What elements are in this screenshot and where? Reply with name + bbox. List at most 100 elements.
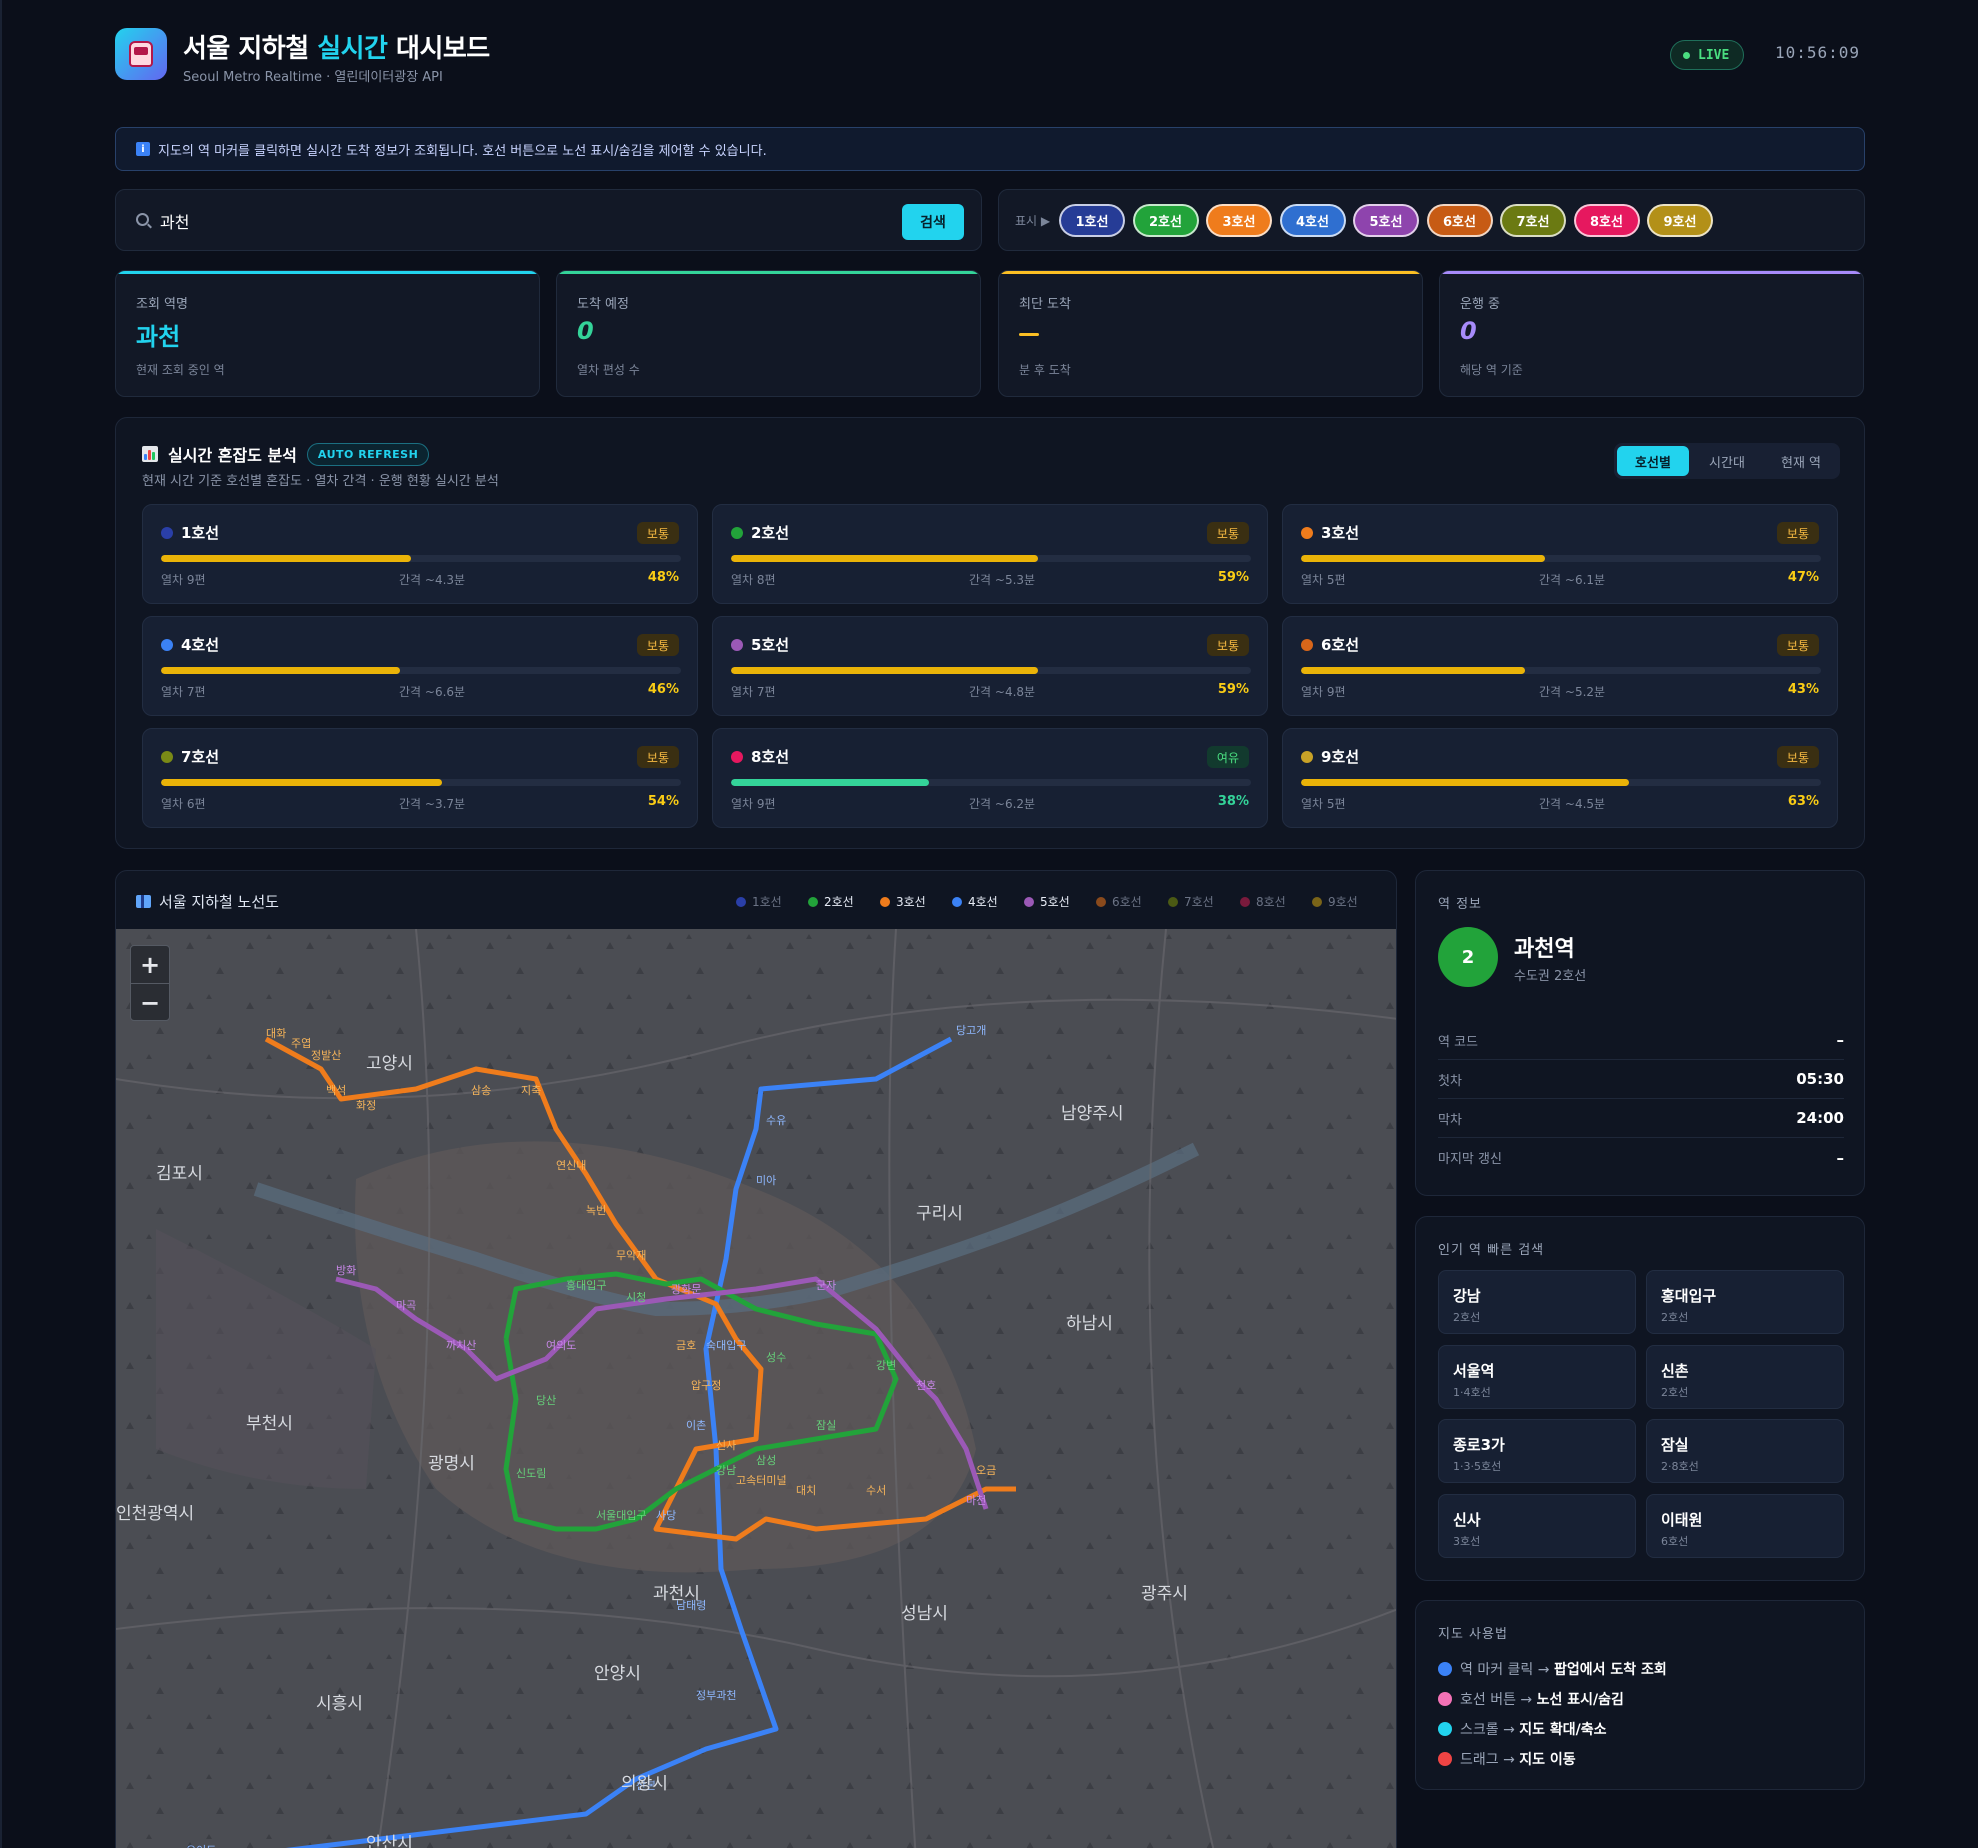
map-header: 서울 지하철 노선도 1호선 2호선 3호선 4호선 5호선 6호선 7호선 8호선 9호선 [116,871,1396,929]
map-icon [136,895,151,908]
guide-header: 지도 사용법 [1438,1627,1508,1642]
svg-text:강변: 강변 [876,1359,896,1372]
svg-text:하남시: 하남시 [1066,1314,1113,1334]
legend-dot-icon [1096,896,1106,907]
line-name: 5호선 [751,636,790,654]
line-toggle-3[interactable]: 3호선 [1206,204,1272,237]
quick-station-button[interactable]: 신사 3호선 [1438,1493,1636,1558]
search-input[interactable] [160,204,760,238]
svg-text:홍대입구: 홍대입구 [566,1278,606,1292]
quick-station-button[interactable]: 홍대입구 2호선 [1646,1270,1844,1334]
svg-text:대치: 대치 [796,1484,816,1497]
svg-text:까치산: 까치산 [446,1339,476,1352]
line-toggle-6[interactable]: 6호선 [1426,204,1493,237]
line-toggle-7[interactable]: 7호선 [1500,204,1566,237]
svg-text:안산시: 안산시 [366,1834,413,1848]
svg-text:화정: 화정 [356,1099,376,1112]
line-toggle-4[interactable]: 4호선 [1279,204,1346,237]
pin-icon [1438,1752,1452,1766]
zoom-in-button[interactable]: + [131,946,169,984]
line-toggle-2[interactable]: 2호선 [1132,204,1199,237]
svg-text:주엽: 주엽 [291,1037,311,1050]
line-dot-icon [161,639,173,651]
popular-header: 인기 역 빠른 검색 [1438,1243,1545,1258]
quick-station-button[interactable]: 서울역 1·4호선 [1438,1344,1636,1409]
congestion-card-line-5: 5호선 보통 열차 7편 간격 ~4.8분 59% [712,616,1268,716]
info-notice: i 지도의 역 마커를 클릭하면 실시간 도착 정보가 조회됩니다. 호선 버튼… [115,127,1865,171]
line-name: 4호선 [181,636,220,654]
svg-text:구리시: 구리시 [916,1204,963,1224]
legend-line-3[interactable]: 3호선 [880,893,952,910]
legend-line-6[interactable]: 6호선 [1096,893,1168,910]
line-toggle-5[interactable]: 5호선 [1353,204,1419,237]
legend-line-7[interactable]: 7호선 [1168,893,1240,910]
quick-station-button[interactable]: 잠실 2·8호선 [1646,1419,1844,1483]
line-toggle-9[interactable]: 9호선 [1647,204,1713,237]
train-count: 열차 9편 [161,573,206,587]
zoom-control: + − [130,945,170,1021]
zoom-out-button[interactable]: − [131,984,169,1022]
stat-value: 과천 [136,323,181,351]
congestion-percent: 48% [647,570,679,585]
congestion-title: 실시간 혼잡도 분석 AUTO REFRESH [142,442,430,466]
status-badge: 여유 [1206,746,1249,768]
congestion-card-line-8: 8호선 여유 열차 9편 간격 ~6.2분 38% [712,728,1268,828]
search-button[interactable]: 검색 [902,204,964,240]
quick-station-button[interactable]: 이태원 6호선 [1646,1493,1844,1558]
quick-station-button[interactable]: 신촌 2호선 [1646,1344,1844,1409]
quick-station-lines: 1·3·5호선 [1453,1460,1502,1473]
app-frame: 서울 지하철 실시간 대시보드 Seoul Metro Realtime · 열… [0,0,1978,1848]
legend-line-1[interactable]: 1호선 [736,893,808,910]
quick-station-lines: 3호선 [1453,1534,1481,1548]
info-row-updated: 마지막 갱신 – [1438,1148,1844,1168]
line-dot-icon [161,751,173,763]
quick-station-button[interactable]: 강남 2호선 [1438,1270,1636,1334]
legend-dot-icon [808,896,818,907]
legend-line-4[interactable]: 4호선 [952,893,1024,910]
legend-line-9[interactable]: 9호선 [1312,893,1384,910]
tab-current-station[interactable]: 현재 역 [1765,446,1837,476]
train-count: 열차 9편 [731,797,776,811]
congestion-panel: 실시간 혼잡도 분석 AUTO REFRESH 현재 시간 기준 호선별 혼잡도… [115,417,1865,849]
stat-sub: 열차 편성 수 [577,363,640,377]
legend-line-5[interactable]: 5호선 [1024,893,1096,910]
congestion-card-line-3: 3호선 보통 열차 5편 간격 ~6.1분 47% [1282,504,1838,604]
svg-text:잠실: 잠실 [816,1419,836,1432]
tab-by-time[interactable]: 시간대 [1691,446,1763,476]
svg-text:광화문: 광화문 [671,1283,701,1296]
svg-text:시흥시: 시흥시 [316,1694,363,1714]
train-count: 열차 8편 [731,573,776,587]
legend-line-8[interactable]: 8호선 [1240,893,1312,910]
legend-line-2[interactable]: 2호선 [808,893,880,910]
train-interval: 간격 ~6.2분 [969,797,1036,811]
page-subtitle: Seoul Metro Realtime · 열린데이터광장 API [183,70,443,85]
line-toggle-1[interactable]: 1호선 [1059,204,1125,237]
stat-station-name: 조회 역명 과천 현재 조회 중인 역 [115,270,540,397]
congestion-percent: 63% [1787,794,1819,809]
map-canvas[interactable]: 대화주엽정발산 백석화정 삼송 지축 연신내녹번무악재금호압구정신사고속터미널대치 수… [116,928,1397,1848]
svg-text:수유: 수유 [766,1114,786,1127]
station-info-panel: 역 정보 2 과천역 수도권 2호선 역 코드 – 첫차 05:30 막차 24:00… [1415,870,1865,1196]
congestion-percent: 47% [1787,570,1819,585]
svg-text:성남시: 성남시 [901,1604,948,1624]
svg-text:이촌: 이촌 [686,1419,706,1432]
svg-text:천호: 천호 [916,1378,936,1392]
station-info-header: 역 정보 [1438,897,1483,912]
subway-map[interactable]: 대화 주엽 정발산 백석 화정 삼송 지축 연신내 녹번 무악재 금호 압구정 신사 고속터미널 대치 수… [116,928,1397,1848]
magnifier-icon [1438,1722,1452,1736]
quick-station-name: 신촌 [1661,1361,1689,1380]
status-badge: 보통 [636,746,679,768]
line-name: 2호선 [751,524,790,542]
congestion-percent: 59% [1217,682,1249,697]
svg-text:압구정: 압구정 [691,1379,721,1392]
popular-stations-panel: 인기 역 빠른 검색 강남 2호선 홍대입구 2호선 서울역 1·4호선 신촌 2호선 종로3가… [1415,1216,1865,1581]
quick-station-button[interactable]: 종로3가 1·3·5호선 [1438,1419,1636,1483]
svg-text:대화: 대화 [266,1027,286,1040]
svg-text:정발산: 정발산 [311,1049,341,1062]
svg-text:삼송: 삼송 [471,1084,491,1097]
station-name: 과천역 [1514,937,1575,962]
line-toggle-8[interactable]: 8호선 [1573,204,1640,237]
line-name: 3호선 [1321,524,1360,542]
tab-by-line[interactable]: 호선별 [1617,446,1689,476]
click-icon [1438,1662,1452,1676]
